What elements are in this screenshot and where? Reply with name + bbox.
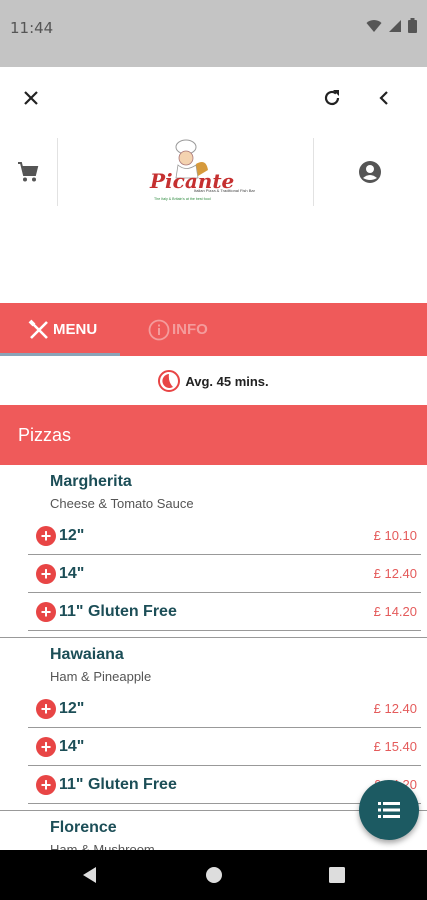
menu-item: Margherita Cheese & Tomato Sauce + 12" £… <box>0 465 427 638</box>
tab-active-indicator <box>0 353 120 356</box>
system-nav-bar <box>0 850 427 900</box>
top-toolbar <box>0 67 427 129</box>
nav-back-icon[interactable] <box>70 850 110 900</box>
restaurant-header: Picante Italian Pizza & Traditional Fish… <box>0 130 427 210</box>
back-chevron-icon[interactable] <box>368 82 400 114</box>
item-name: Hawaiana <box>50 646 124 663</box>
add-icon[interactable]: + <box>36 698 56 719</box>
option-label: 14" <box>59 737 85 755</box>
tab-menu[interactable]: MENU <box>28 303 97 356</box>
tab-info[interactable]: INFO <box>148 303 208 356</box>
battery-icon <box>408 18 417 33</box>
tab-info-label: INFO <box>172 321 208 338</box>
option-label: 12" <box>59 699 85 717</box>
item-description: Ham & Mushroom <box>50 842 155 850</box>
header-divider-right <box>313 138 314 206</box>
item-option[interactable]: + 11" Gluten Free £ 14.20 <box>28 593 421 631</box>
option-price: £ 12.40 <box>373 566 417 581</box>
option-price: £ 15.40 <box>373 739 417 754</box>
cart-icon[interactable] <box>12 156 44 188</box>
account-icon[interactable] <box>354 156 386 188</box>
nav-recents-icon[interactable] <box>317 850 357 900</box>
item-name: Margherita <box>50 473 132 490</box>
utensils-icon <box>28 319 48 339</box>
status-time: 11:44 <box>10 19 54 37</box>
header-divider-left <box>57 138 58 206</box>
menu-item: Hawaiana Ham & Pineapple + 12" £ 12.40 +… <box>0 638 427 811</box>
status-bar: 11:44 <box>0 0 427 67</box>
status-icons <box>366 18 417 33</box>
category-header[interactable]: Pizzas <box>0 405 427 465</box>
refresh-icon[interactable] <box>316 82 348 114</box>
delivery-time: Avg. 45 mins. <box>0 368 427 394</box>
add-icon[interactable]: + <box>36 525 56 546</box>
info-icon <box>148 319 170 340</box>
tab-menu-label: MENU <box>53 321 98 338</box>
list-icon <box>378 802 400 818</box>
option-label: 12" <box>59 526 85 544</box>
option-label: 11" Gluten Free <box>59 602 177 620</box>
logo-tagline: The Italy & Britain's at the best food <box>154 197 211 201</box>
option-label: 11" Gluten Free <box>59 775 177 793</box>
logo-subtitle: Italian Pizza & Traditional Fish Bar <box>194 188 256 193</box>
close-icon[interactable] <box>15 82 47 114</box>
menu-list-fab[interactable] <box>359 780 419 840</box>
tab-bar: MENU INFO <box>0 303 427 356</box>
item-description: Cheese & Tomato Sauce <box>50 496 194 511</box>
wifi-icon <box>366 19 382 32</box>
add-icon[interactable]: + <box>36 601 56 622</box>
add-icon[interactable]: + <box>36 563 56 584</box>
item-option[interactable]: + 14" £ 12.40 <box>28 555 421 593</box>
delivery-time-text: Avg. 45 mins. <box>185 373 269 389</box>
item-option[interactable]: + 12" £ 12.40 <box>28 690 421 728</box>
menu-item-list[interactable]: Margherita Cheese & Tomato Sauce + 12" £… <box>0 465 427 850</box>
item-option[interactable]: + 14" £ 15.40 <box>28 728 421 766</box>
nav-home-icon[interactable] <box>194 850 234 900</box>
timer-icon <box>158 370 181 392</box>
option-price: £ 12.40 <box>373 701 417 716</box>
option-label: 14" <box>59 564 85 582</box>
signal-icon <box>389 19 401 32</box>
category-title: Pizzas <box>18 424 72 445</box>
add-icon[interactable]: + <box>36 736 56 757</box>
add-icon[interactable]: + <box>36 774 56 795</box>
option-price: £ 10.10 <box>373 528 417 543</box>
restaurant-logo: Picante Italian Pizza & Traditional Fish… <box>140 138 270 206</box>
option-price: £ 14.20 <box>373 604 417 619</box>
item-description: Ham & Pineapple <box>50 669 152 684</box>
item-option[interactable]: + 12" £ 10.10 <box>28 517 421 555</box>
